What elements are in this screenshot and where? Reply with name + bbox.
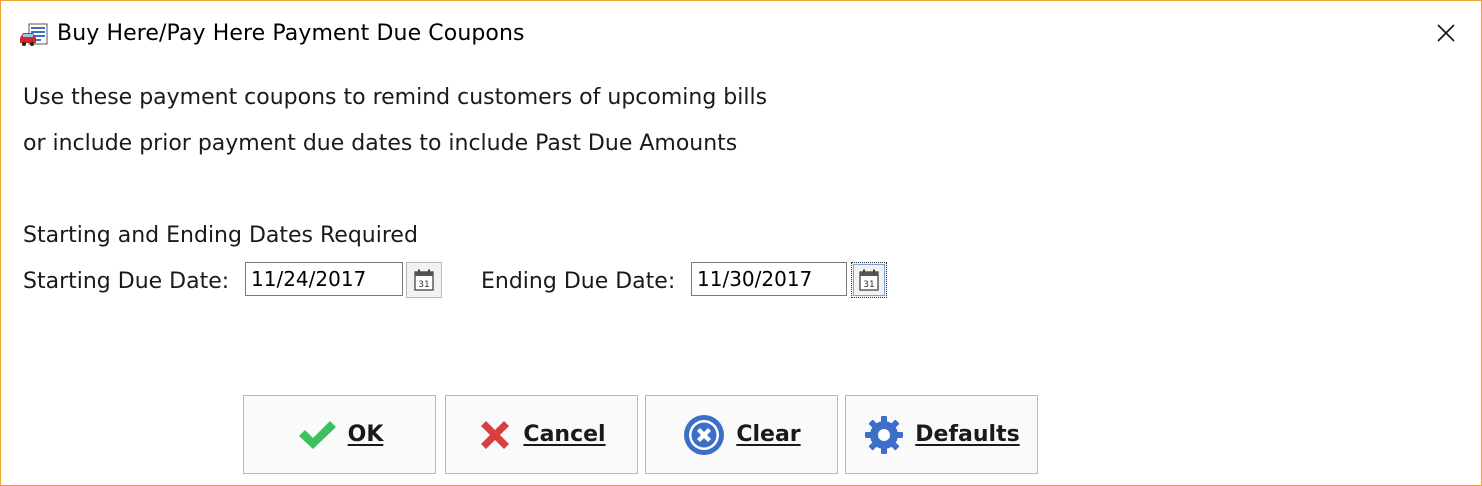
ending-date-calendar-button[interactable]: 31 [851,262,887,298]
dialog-window: Buy Here/Pay Here Payment Due Coupons Us… [0,0,1482,486]
checkmark-icon [296,418,338,452]
clear-circle-x-icon [682,413,726,457]
close-icon [1437,24,1455,42]
dates-required-label: Starting and Ending Dates Required [23,223,418,248]
starting-date-calendar-button[interactable]: 31 [406,262,442,298]
ok-label: OK [347,422,384,447]
red-x-icon [477,417,513,453]
window-title: Buy Here/Pay Here Payment Due Coupons [57,21,525,46]
cancel-label: Cancel [523,422,606,447]
clear-button[interactable]: Clear [645,395,838,474]
svg-text:31: 31 [863,280,874,290]
clear-label: Clear [736,422,801,447]
calendar-icon: 31 [859,269,879,291]
ending-due-date-input[interactable] [691,262,847,296]
title-bar: Buy Here/Pay Here Payment Due Coupons [1,1,1481,65]
car-coupon-icon [19,23,49,47]
cancel-button[interactable]: Cancel [445,395,638,474]
close-button[interactable] [1425,13,1467,53]
defaults-button[interactable]: Defaults [845,395,1038,474]
description-line-2: or include prior payment due dates to in… [23,131,738,156]
defaults-label: Defaults [915,422,1020,447]
svg-text:31: 31 [418,280,429,290]
gear-icon [863,414,905,456]
starting-due-date-label: Starting Due Date: [23,269,230,294]
description-line-1: Use these payment coupons to remind cust… [23,85,768,110]
calendar-icon: 31 [414,269,434,291]
ending-due-date-label: Ending Due Date: [481,269,676,294]
ok-button[interactable]: OK [243,395,436,474]
starting-due-date-input[interactable] [245,262,403,296]
